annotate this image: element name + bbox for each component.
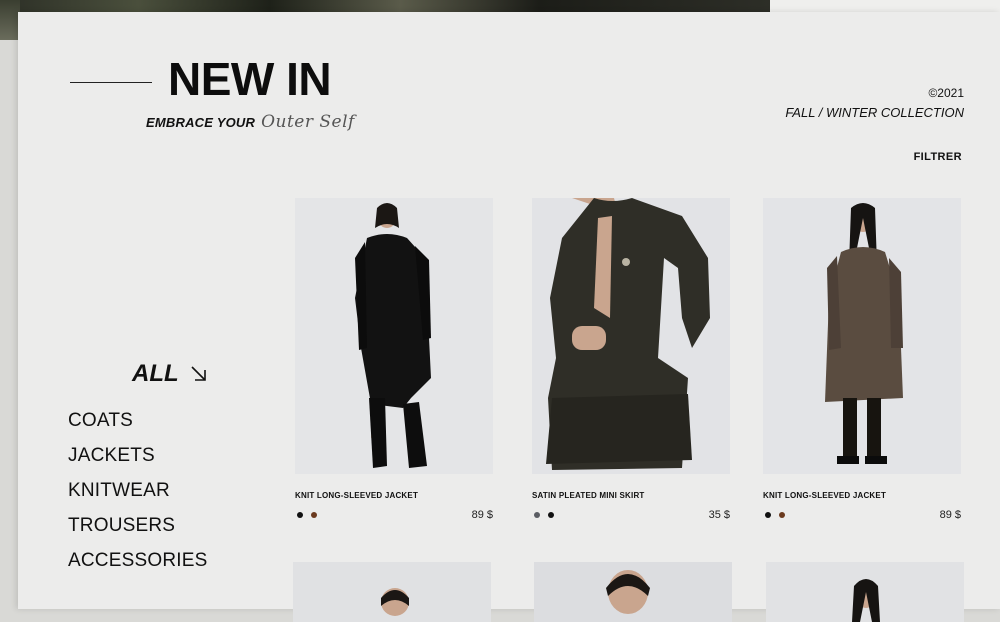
- product-meta: 35 $: [532, 508, 730, 522]
- product-price: 35 $: [708, 509, 730, 521]
- category-item-coats[interactable]: COATS: [68, 403, 207, 438]
- product-card[interactable]: KNIT LONG-SLEEVED JACKET 89 $: [763, 198, 961, 522]
- category-all[interactable]: ALL: [132, 360, 209, 388]
- tagline: EMBRACE YOUR Outer Self: [146, 112, 355, 132]
- color-swatches: [532, 512, 554, 518]
- product-image-partial[interactable]: [534, 562, 732, 622]
- product-meta: 89 $: [295, 508, 493, 522]
- page-title: NEW IN: [168, 53, 332, 105]
- product-image[interactable]: [763, 198, 961, 474]
- year-label: ©2021: [928, 86, 964, 100]
- arrow-down-right-icon: [191, 366, 206, 381]
- product-name[interactable]: SATIN PLEATED MINI SKIRT: [532, 491, 730, 501]
- color-swatches: [295, 512, 317, 518]
- collection-label: FALL / WINTER COLLECTION: [785, 105, 964, 120]
- product-image-partial[interactable]: [293, 562, 491, 622]
- product-image-partial[interactable]: [766, 562, 964, 622]
- model-photo-partial: [534, 562, 732, 622]
- color-swatch[interactable]: [548, 512, 554, 518]
- product-meta: 89 $: [763, 508, 961, 522]
- page-sheet: NEW IN EMBRACE YOUR Outer Self ©2021 FAL…: [18, 12, 1000, 622]
- color-swatch[interactable]: [311, 512, 317, 518]
- product-image[interactable]: [532, 198, 730, 474]
- product-card[interactable]: SATIN PLEATED MINI SKIRT 35 $: [532, 198, 730, 522]
- color-swatch[interactable]: [534, 512, 540, 518]
- category-list: COATS JACKETS KNITWEAR TROUSERS ACCESSOR…: [68, 403, 207, 578]
- category-all-label: ALL: [132, 360, 179, 387]
- color-swatch[interactable]: [765, 512, 771, 518]
- color-swatches: [763, 512, 785, 518]
- model-photo-black-coat: [295, 198, 493, 474]
- product-price: 89 $: [939, 509, 961, 521]
- category-item-jackets[interactable]: JACKETS: [68, 438, 207, 473]
- tagline-script-signature: Outer Self: [261, 112, 355, 132]
- model-photo-partial: [766, 562, 964, 622]
- category-item-accessories[interactable]: ACCESSORIES: [68, 543, 207, 578]
- product-price: 89 $: [471, 509, 493, 521]
- category-item-trousers[interactable]: TROUSERS: [68, 508, 207, 543]
- product-image[interactable]: [295, 198, 493, 474]
- color-swatch[interactable]: [297, 512, 303, 518]
- filter-button[interactable]: FILTRER: [914, 151, 962, 163]
- header-rule: [70, 82, 152, 83]
- model-photo-brown-coat: [763, 198, 961, 474]
- model-photo-partial: [293, 562, 491, 622]
- category-item-knitwear[interactable]: KNITWEAR: [68, 473, 207, 508]
- backdrop-photo-edge: [0, 0, 20, 40]
- product-card[interactable]: KNIT LONG-SLEEVED JACKET 89 $: [295, 198, 493, 522]
- color-swatch[interactable]: [779, 512, 785, 518]
- product-name[interactable]: KNIT LONG-SLEEVED JACKET: [295, 491, 493, 501]
- model-photo-blazer-skirt: [532, 198, 730, 474]
- tagline-prefix: EMBRACE YOUR: [146, 115, 256, 130]
- product-name[interactable]: KNIT LONG-SLEEVED JACKET: [763, 491, 961, 501]
